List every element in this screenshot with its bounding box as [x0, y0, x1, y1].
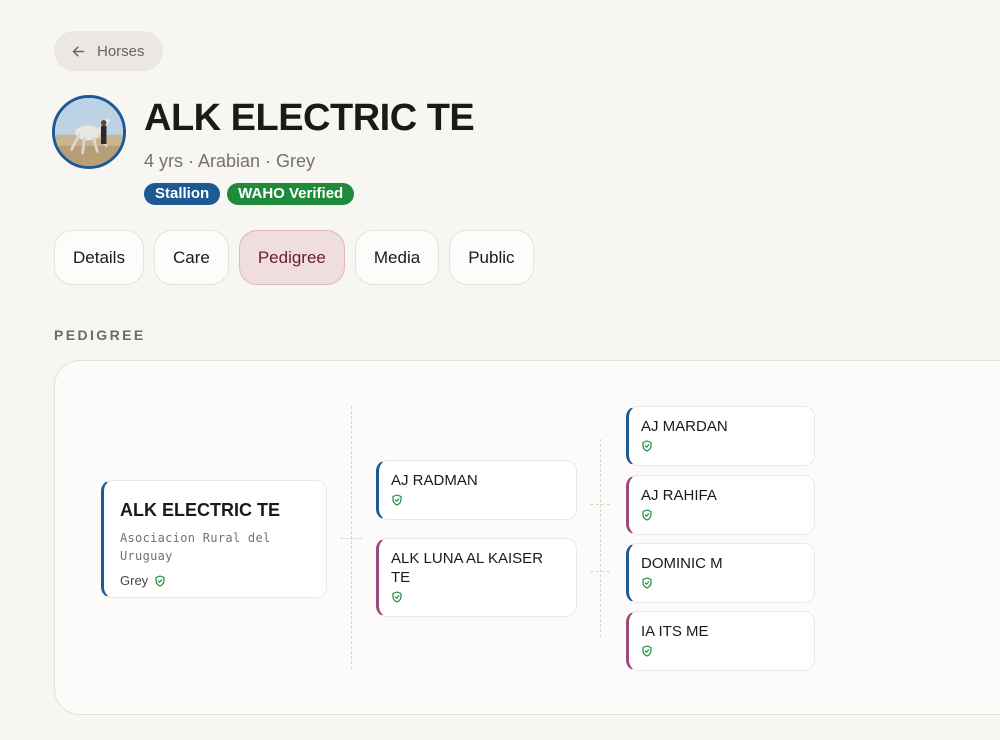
- pedigree-sire-sire-card[interactable]: AJ MARDAN: [626, 406, 815, 466]
- shield-check-icon: [392, 494, 402, 506]
- pedigree-dam-dam-card[interactable]: IA ITS ME: [626, 611, 815, 671]
- tab-media[interactable]: Media: [354, 230, 440, 285]
- back-button[interactable]: Horses: [54, 31, 163, 71]
- pedigree-panel: ALK ELECTRIC TE Asociacion Rural del Uru…: [54, 360, 1000, 715]
- dam-name: ALK LUNA AL KAISER TE: [391, 550, 544, 586]
- badge-row: Stallion WAHO Verified: [144, 183, 355, 205]
- sex-badge: Stallion: [144, 183, 221, 205]
- pedigree-subject-card[interactable]: ALK ELECTRIC TE Asociacion Rural del Uru…: [101, 480, 327, 598]
- pedigree-dam-sire-card[interactable]: DOMINIC M: [626, 543, 815, 603]
- subject-registry: Asociacion Rural del Uruguay: [120, 531, 271, 563]
- shield-check-icon: [642, 440, 652, 452]
- verified-badge: WAHO Verified: [227, 183, 355, 205]
- connector-line: [600, 439, 601, 637]
- pedigree-sire-dam-card[interactable]: AJ RAHIFA: [626, 475, 815, 535]
- shield-check-icon: [642, 577, 652, 589]
- pedigree-sire-card[interactable]: AJ RADMAN: [376, 460, 577, 520]
- horse-name-title: ALK ELECTRIC TE: [144, 97, 475, 139]
- shield-check-icon: [392, 591, 402, 603]
- horse-avatar: [52, 95, 126, 169]
- tab-care[interactable]: Care: [153, 230, 229, 285]
- shield-check-icon: [642, 645, 652, 657]
- section-label: PEDIGREE: [54, 327, 146, 343]
- tab-details[interactable]: Details: [54, 230, 144, 285]
- connector-line: [590, 571, 610, 572]
- tab-bar: Details Care Pedigree Media Public: [54, 230, 534, 285]
- dam-dam-name: IA ITS ME: [641, 623, 709, 640]
- tab-public[interactable]: Public: [449, 230, 534, 285]
- back-button-label: Horses: [97, 42, 145, 60]
- arrow-left-icon: [72, 45, 85, 57]
- subject-color-row: Grey: [120, 573, 310, 588]
- subject-name: ALK ELECTRIC TE: [120, 500, 280, 520]
- pedigree-dam-card[interactable]: ALK LUNA AL KAISER TE: [376, 538, 577, 617]
- sire-dam-name: AJ RAHIFA: [641, 487, 717, 504]
- connector-line: [590, 504, 610, 505]
- connector-line: [340, 538, 362, 539]
- shield-check-icon: [155, 574, 165, 587]
- sire-name: AJ RADMAN: [391, 472, 478, 489]
- tab-pedigree[interactable]: Pedigree: [238, 230, 345, 285]
- sire-sire-name: AJ MARDAN: [641, 418, 728, 435]
- dam-sire-name: DOMINIC M: [641, 555, 723, 572]
- shield-check-icon: [642, 509, 652, 521]
- subject-color: Grey: [120, 573, 149, 588]
- horse-subtitle: 4 yrs · Arabian · Grey: [144, 151, 316, 171]
